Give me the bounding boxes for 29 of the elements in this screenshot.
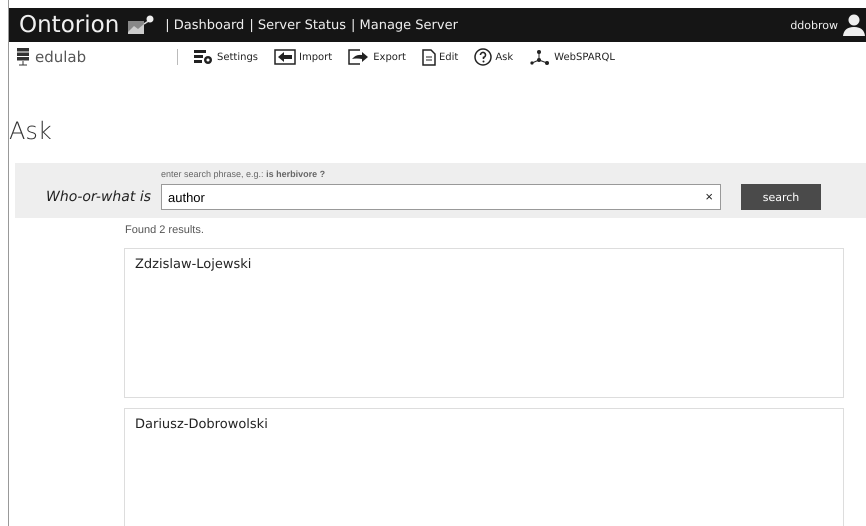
search-label: Who-or-what is — [45, 189, 151, 205]
page-title: Ask — [9, 116, 53, 147]
site-name[interactable]: edulab — [35, 48, 86, 66]
toolbar-button[interactable]: Export — [348, 49, 406, 65]
toolbar-button[interactable]: Ask — [474, 48, 514, 66]
toolbar-button[interactable]: Settings — [194, 49, 258, 65]
result-count: Found 2 results. — [125, 224, 205, 236]
export-icon — [348, 49, 370, 65]
clear-button[interactable]: × — [703, 189, 715, 205]
graph-icon — [529, 49, 552, 65]
settings-icon — [194, 49, 214, 65]
question-icon — [474, 48, 492, 66]
nav-link[interactable]: | Dashboard — [165, 18, 244, 32]
toolbar-button[interactable]: Import — [274, 49, 332, 65]
document-icon — [422, 48, 436, 66]
result-name[interactable]: Zdzislaw-Lojewski — [135, 257, 833, 272]
nav-link[interactable]: | Server Status — [249, 18, 346, 32]
toolbar-button[interactable]: WebSPARQL — [529, 49, 615, 65]
logo-icon — [127, 15, 156, 35]
server-icon — [17, 48, 29, 66]
user-icon[interactable] — [842, 14, 866, 36]
import-icon — [274, 49, 296, 65]
brand-name: Ontorion — [19, 12, 120, 38]
nav-link[interactable]: | Manage Server — [351, 18, 458, 32]
result-name[interactable]: Dariusz-Dobrowolski — [135, 417, 833, 432]
user-name[interactable]: ddobrow — [790, 18, 838, 32]
toolbar-button[interactable]: Edit — [422, 48, 458, 66]
search-hint: enter search phrase, e.g.: is herbivore ? — [161, 169, 326, 179]
search-button[interactable]: search — [741, 184, 821, 210]
